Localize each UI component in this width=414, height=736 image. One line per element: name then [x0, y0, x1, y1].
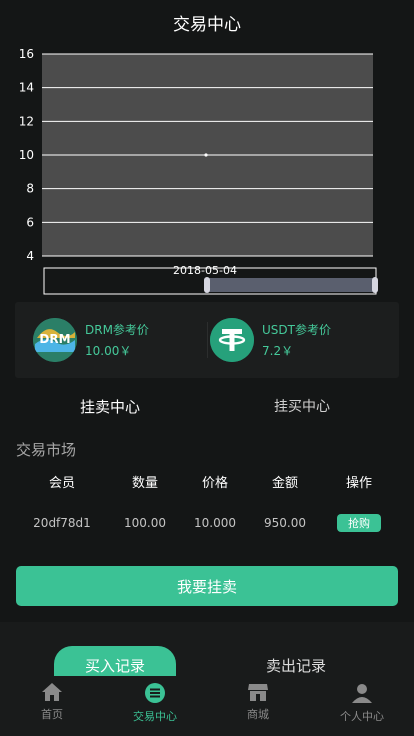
- y-tick-label: 6: [26, 215, 34, 229]
- reference-price-card: DRM DRM参考价 10.00￥ USDT参考价 7.2￥: [15, 302, 399, 378]
- bottom-nav: 首页 交易中心 商城 个人中心: [0, 676, 414, 736]
- page-title: 交易中心: [173, 15, 241, 35]
- row-member: 20df78d1: [33, 516, 91, 530]
- market-table-header: 会员 数量 价格 金额 操作: [0, 472, 414, 491]
- nav-store[interactable]: 商城: [218, 682, 298, 722]
- nav-store-label: 商城: [247, 708, 269, 721]
- usdt-reference-price: 7.2￥: [262, 344, 294, 358]
- tab-sell-records[interactable]: 卖出记录: [266, 655, 326, 676]
- y-tick-label: 10: [19, 148, 34, 162]
- header-amount: 金额: [271, 476, 298, 491]
- grab-button[interactable]: 抢购: [337, 514, 381, 532]
- market-title: 交易市场: [16, 441, 77, 459]
- y-tick-label: 4: [26, 249, 34, 263]
- nav-trade[interactable]: 交易中心: [115, 682, 195, 724]
- nav-home[interactable]: 首页: [12, 682, 92, 722]
- home-icon: [42, 683, 62, 701]
- usdt-reference: USDT参考价 7.2￥: [210, 316, 331, 364]
- y-tick-label: 14: [19, 81, 34, 95]
- trade-icon: [145, 683, 165, 703]
- post-sell-button[interactable]: 我要挂卖: [16, 566, 398, 606]
- usdt-reference-label: USDT参考价: [262, 323, 331, 337]
- drm-reference: DRM DRM参考价 10.00￥: [33, 316, 149, 364]
- store-icon: [248, 684, 268, 701]
- reference-divider: [207, 322, 208, 358]
- y-tick-label: 12: [19, 114, 34, 128]
- drm-logo-icon: DRM: [33, 318, 77, 362]
- user-icon: [352, 684, 372, 703]
- nav-trade-label: 交易中心: [133, 710, 177, 723]
- tab-sell-center[interactable]: 挂卖中心: [80, 396, 140, 417]
- price-chart: 16 14 12 10 8 6 4: [19, 47, 378, 295]
- usdt-logo-icon: [210, 318, 254, 362]
- header-quantity: 数量: [131, 476, 158, 491]
- range-slider-track: [207, 278, 375, 292]
- y-tick-label: 8: [26, 182, 34, 196]
- drm-reference-label: DRM参考价: [85, 323, 149, 337]
- header-member: 会员: [48, 476, 75, 491]
- y-tick-label: 16: [19, 47, 34, 61]
- tab-buy-center[interactable]: 挂买中心: [274, 396, 330, 416]
- header-price: 价格: [201, 476, 228, 491]
- row-quantity: 100.00: [124, 516, 166, 530]
- header-action: 操作: [345, 476, 372, 491]
- row-amount: 950.00: [264, 516, 306, 530]
- drm-logo-text: DRM: [39, 332, 71, 346]
- row-price: 10.000: [194, 516, 236, 530]
- table-row: 20df78d1 100.00 10.000 950.00 抢购: [0, 514, 414, 534]
- data-point: [204, 153, 208, 157]
- range-slider-label: 2018-05-04: [173, 264, 237, 277]
- center-tabs: 挂卖中心 挂买中心: [0, 396, 414, 420]
- range-handle-right[interactable]: [372, 277, 378, 293]
- nav-profile[interactable]: 个人中心: [322, 682, 402, 724]
- range-handle-left[interactable]: [204, 277, 210, 293]
- nav-profile-label: 个人中心: [340, 710, 384, 723]
- drm-reference-price: 10.00￥: [85, 344, 132, 358]
- nav-home-label: 首页: [41, 708, 63, 721]
